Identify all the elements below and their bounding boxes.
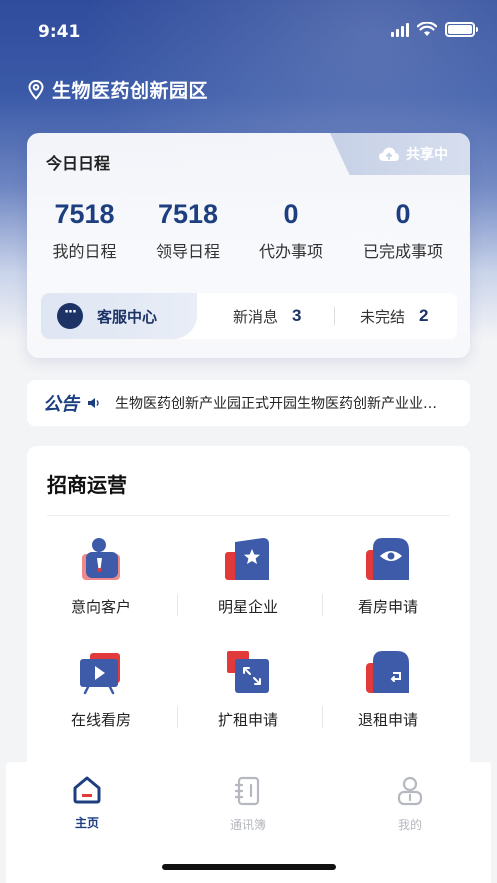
cloud-upload-icon: [379, 147, 399, 161]
customer-icon: [76, 536, 126, 582]
signal-icon: [391, 22, 409, 37]
share-label: 共享中: [406, 147, 448, 163]
investment-card: 招商运营 意向客户 明星企业 看房申请 在线看房 扩租申请 退租申请: [27, 446, 470, 786]
user-icon: [397, 776, 423, 806]
stat-leader-schedule[interactable]: 7518 领导日程: [142, 199, 234, 262]
location-pin-icon: [28, 79, 44, 100]
stat-value: 7518: [54, 199, 115, 229]
notice-bar[interactable]: 公告 生物医药创新产业园正式开园生物医药创新产业业…: [27, 380, 470, 426]
notice-label: 公告: [43, 394, 79, 415]
stat-completed-items[interactable]: 0 已完成事项: [348, 199, 458, 262]
schedule-card: 今日日程 共享中 7518 我的日程 7518 领导日程 0 代办事项 0 已完…: [27, 133, 470, 358]
tab-contacts[interactable]: 通讯簿: [188, 776, 308, 833]
new-messages-count: 3: [292, 306, 302, 325]
stat-label: 领导日程: [155, 242, 220, 261]
chat-bubble-icon: [57, 303, 83, 329]
tab-home[interactable]: 主页: [27, 776, 147, 831]
location-selector[interactable]: 生物医药创新园区: [28, 76, 208, 103]
divider: [334, 307, 335, 325]
tab-profile[interactable]: 我的: [350, 776, 470, 833]
stat-label: 已完成事项: [362, 242, 443, 261]
online-view-icon: [76, 649, 126, 695]
new-messages[interactable]: 新消息 3: [233, 293, 301, 339]
view-house-icon: [363, 536, 413, 582]
stat-label: 我的日程: [52, 242, 117, 261]
grid-item-return-rent[interactable]: 退租申请: [318, 649, 458, 730]
grid-item-online-view[interactable]: 在线看房: [31, 649, 171, 730]
stat-my-schedule[interactable]: 7518 我的日程: [27, 199, 142, 262]
pending-items[interactable]: 未完结 2: [360, 293, 428, 339]
investment-title: 招商运营: [47, 473, 127, 497]
stat-value: 0: [395, 199, 411, 229]
home-indicator: [162, 864, 336, 870]
address-book-icon: [234, 776, 260, 806]
customer-service-button[interactable]: 客服中心: [41, 293, 197, 339]
grid-item-star-enterprise[interactable]: 明星企业: [178, 536, 318, 617]
grid-label: 在线看房: [70, 711, 131, 729]
tab-label: 我的: [397, 818, 422, 832]
grid-label: 明星企业: [217, 598, 278, 616]
stat-label: 代办事项: [258, 242, 323, 261]
star-enterprise-icon: [223, 536, 273, 582]
grid-label: 扩租申请: [217, 711, 278, 729]
grid-label: 看房申请: [357, 598, 418, 616]
home-icon: [73, 776, 101, 804]
return-rent-icon: [363, 649, 413, 695]
status-time: 9:41: [38, 22, 81, 42]
location-name: 生物医药创新园区: [52, 80, 209, 102]
tab-label: 主页: [74, 816, 99, 830]
share-status-tag[interactable]: 共享中: [330, 133, 470, 175]
status-bar: 9:41: [0, 0, 497, 64]
grid-item-expand-rent[interactable]: 扩租申请: [178, 649, 318, 730]
customer-service-label: 客服中心: [97, 307, 158, 326]
stat-value: 0: [283, 199, 299, 229]
divider: [47, 515, 450, 516]
new-messages-label: 新消息: [233, 307, 279, 326]
grid-item-intended-customer[interactable]: 意向客户: [31, 536, 171, 617]
grid-label: 意向客户: [70, 598, 131, 616]
status-icons: [391, 22, 478, 37]
service-bar: 客服中心 新消息 3 未完结 2: [41, 293, 457, 339]
stat-value: 7518: [157, 199, 219, 229]
expand-rent-icon: [223, 649, 273, 695]
schedule-stats: 7518 我的日程 7518 领导日程 0 代办事项 0 已完成事项: [27, 199, 470, 262]
notice-text: 生物医药创新产业园正式开园生物医药创新产业业…: [115, 396, 437, 412]
schedule-title: 今日日程: [46, 154, 111, 173]
tab-label: 通讯簿: [229, 818, 266, 832]
pending-count: 2: [419, 306, 429, 325]
grid-item-view-house[interactable]: 看房申请: [318, 536, 458, 617]
speaker-icon: [88, 398, 99, 408]
wifi-icon: [417, 22, 437, 36]
grid-label: 退租申请: [357, 711, 418, 729]
pending-label: 未完结: [360, 307, 406, 326]
stat-todo-items[interactable]: 0 代办事项: [234, 199, 348, 262]
battery-icon: [445, 22, 478, 37]
